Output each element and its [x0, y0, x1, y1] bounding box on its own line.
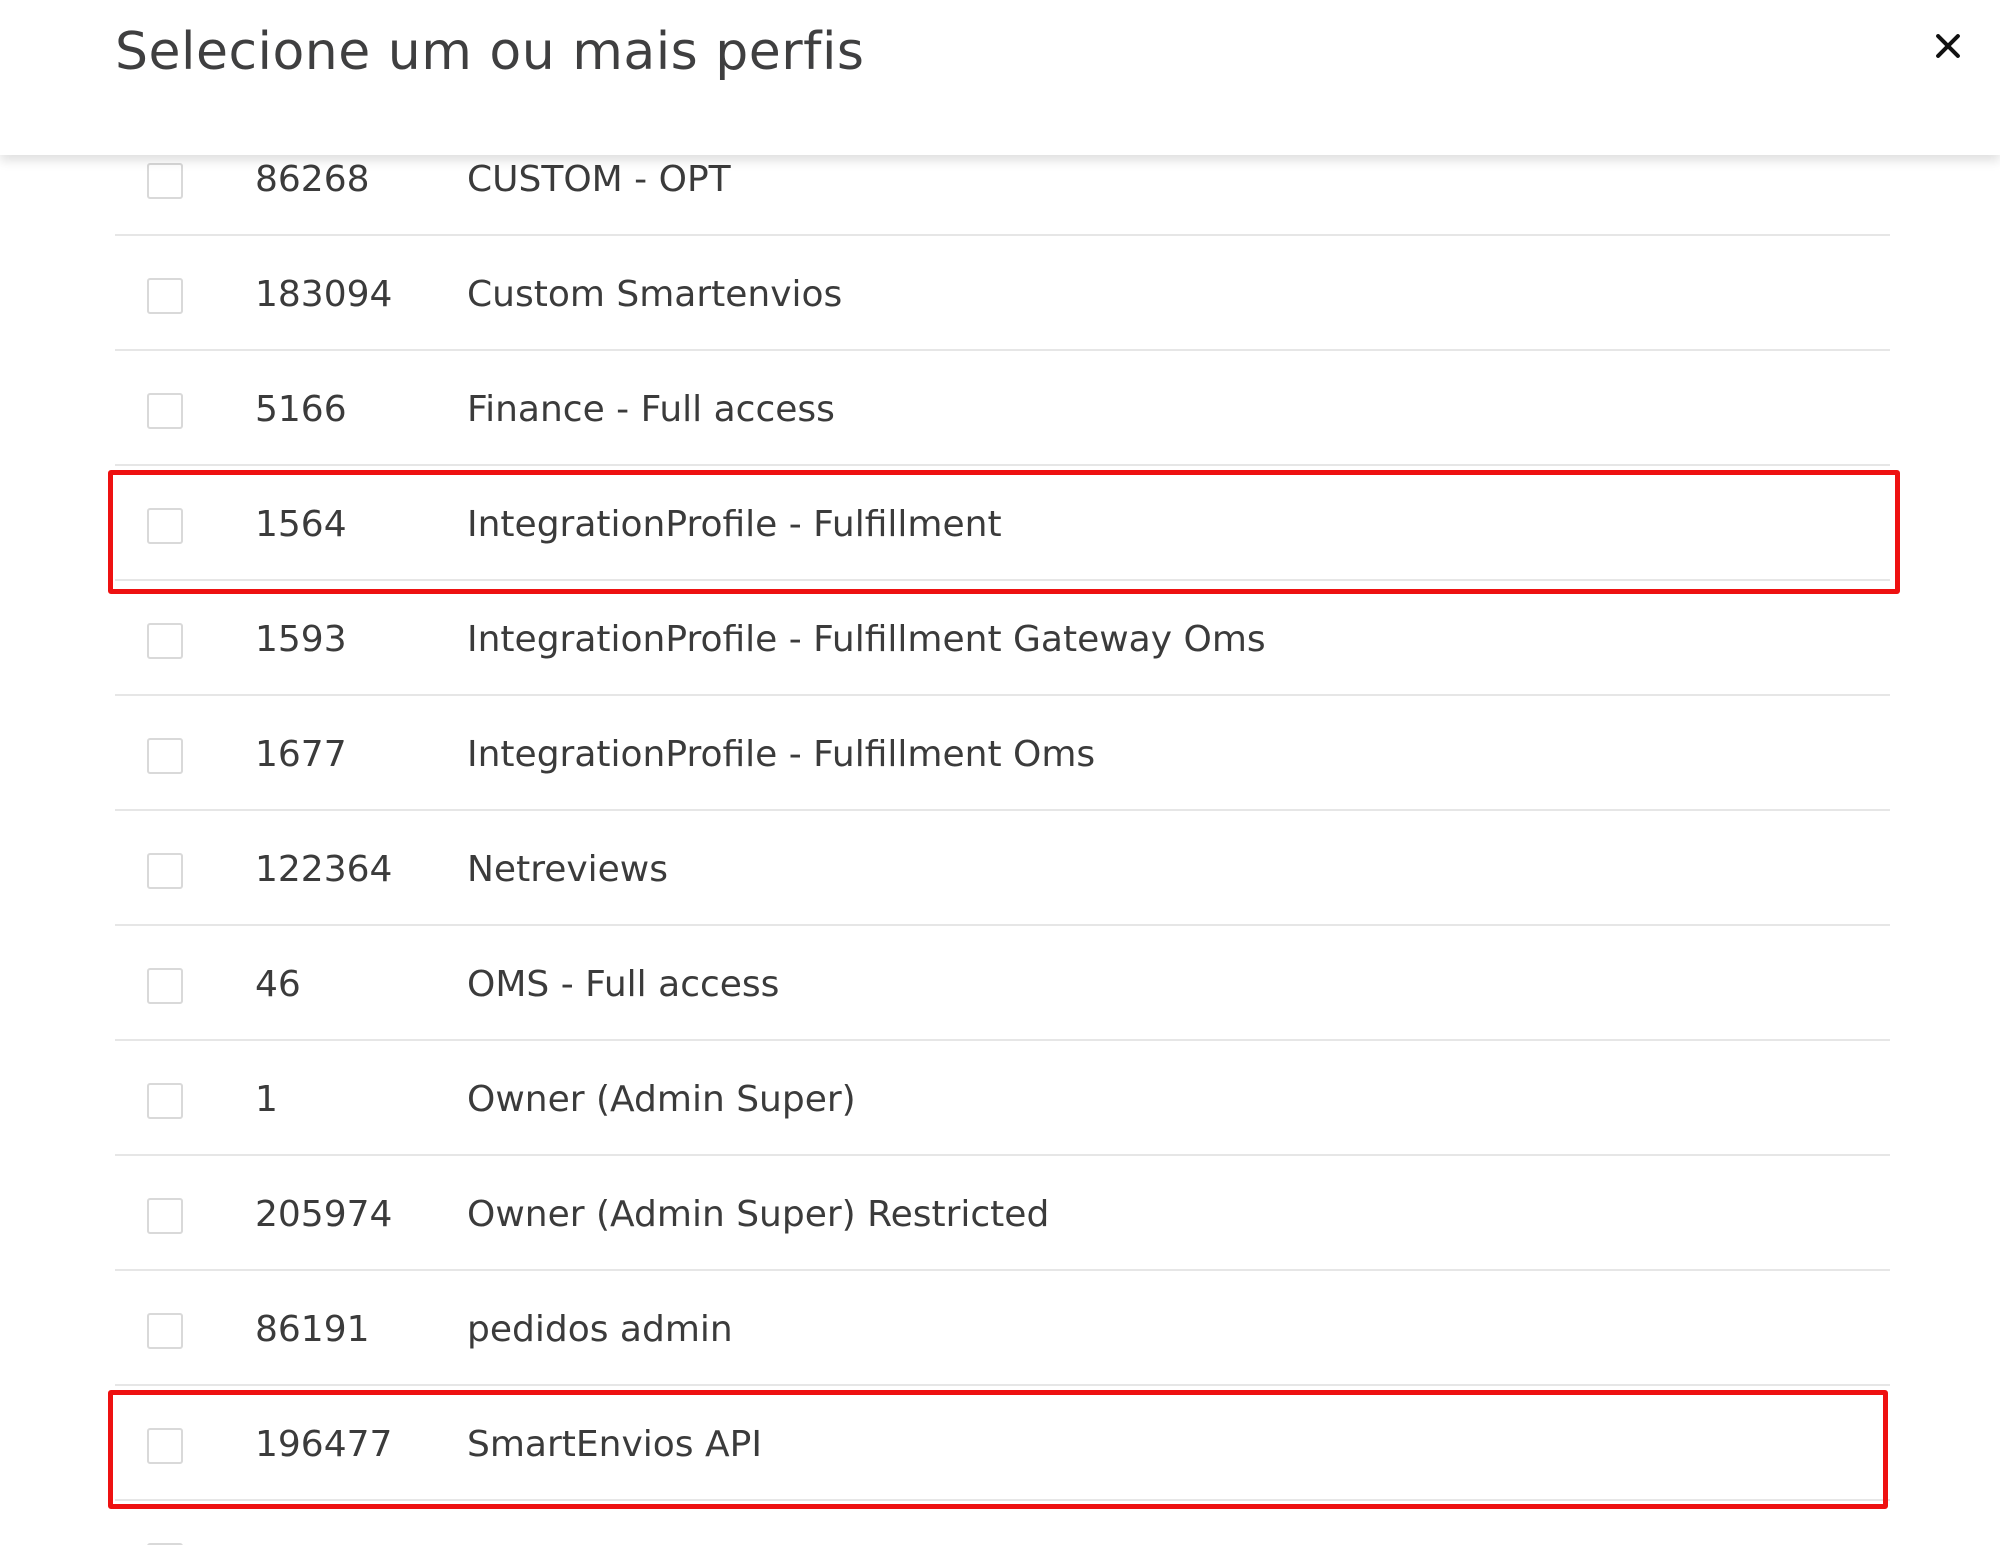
profile-id: 5166 — [255, 389, 347, 430]
profile-name: Netreviews — [467, 849, 669, 890]
profile-checkbox[interactable] — [147, 1198, 183, 1234]
profile-row[interactable]: 205974 Owner (Admin Super) Restricted — [115, 1156, 1890, 1271]
dialog-title: Selecione um ou mais perfis — [115, 22, 865, 82]
profile-selection-dialog: Selecione um ou mais perfis 86268 CUSTOM… — [0, 0, 2000, 1545]
profile-id: 1 — [255, 1079, 278, 1120]
profile-row[interactable]: 46 OMS - Full access — [115, 926, 1890, 1041]
profile-id: 46 — [255, 964, 301, 1005]
profile-row[interactable]: 5166 Finance - Full access — [115, 351, 1890, 466]
profile-row[interactable]: 1 Owner (Admin Super) — [115, 1041, 1890, 1156]
profile-name: Finance - Full access — [467, 389, 835, 430]
profile-row[interactable]: 196477 SmartEnvios API — [115, 1386, 1890, 1501]
profile-checkbox[interactable] — [147, 968, 183, 1004]
profile-name: IntegrationProfile - Fulfillment Oms — [467, 734, 1096, 775]
profile-checkbox[interactable] — [147, 853, 183, 889]
profile-row[interactable]: 1593 IntegrationProfile - Fulfillment Ga… — [115, 581, 1890, 696]
profile-checkbox[interactable] — [147, 278, 183, 314]
profile-name: Custom Smartenvios — [467, 274, 843, 315]
profile-row[interactable]: 122364 Netreviews — [115, 811, 1890, 926]
profile-list: 86268 CUSTOM - OPT 183094 Custom Smarten… — [0, 0, 2000, 1545]
profile-checkbox[interactable] — [147, 1313, 183, 1349]
profile-row[interactable] — [115, 1501, 1890, 1545]
profile-name: Owner (Admin Super) — [467, 1079, 856, 1120]
profile-name: IntegrationProfile - Fulfillment — [467, 504, 1002, 545]
profile-name: pedidos admin — [467, 1309, 733, 1350]
profile-name: OMS - Full access — [467, 964, 780, 1005]
profile-row[interactable]: 1564 IntegrationProfile - Fulfillment — [115, 466, 1890, 581]
profile-checkbox[interactable] — [147, 1428, 183, 1464]
profile-name: CUSTOM - OPT — [467, 159, 731, 200]
profile-id: 122364 — [255, 849, 393, 890]
profile-name: SmartEnvios API — [467, 1424, 762, 1465]
profile-id: 86268 — [255, 159, 370, 200]
profile-checkbox[interactable] — [147, 508, 183, 544]
profile-name: IntegrationProfile - Fulfillment Gateway… — [467, 619, 1266, 660]
profile-checkbox[interactable] — [147, 623, 183, 659]
profile-checkbox[interactable] — [147, 1083, 183, 1119]
profile-id: 1593 — [255, 619, 347, 660]
profile-checkbox[interactable] — [147, 393, 183, 429]
profile-id: 1677 — [255, 734, 347, 775]
profile-id: 1564 — [255, 504, 347, 545]
profile-checkbox[interactable] — [147, 163, 183, 199]
profile-id: 86191 — [255, 1309, 370, 1350]
profile-checkbox[interactable] — [147, 738, 183, 774]
profile-id: 196477 — [255, 1424, 393, 1465]
profile-row[interactable]: 183094 Custom Smartenvios — [115, 236, 1890, 351]
close-icon[interactable] — [1920, 18, 1976, 74]
dialog-header: Selecione um ou mais perfis — [0, 0, 2000, 155]
profile-name: Owner (Admin Super) Restricted — [467, 1194, 1050, 1235]
profile-id: 205974 — [255, 1194, 393, 1235]
profile-row[interactable]: 86191 pedidos admin — [115, 1271, 1890, 1386]
profile-id: 183094 — [255, 274, 393, 315]
profile-row[interactable]: 1677 IntegrationProfile - Fulfillment Om… — [115, 696, 1890, 811]
